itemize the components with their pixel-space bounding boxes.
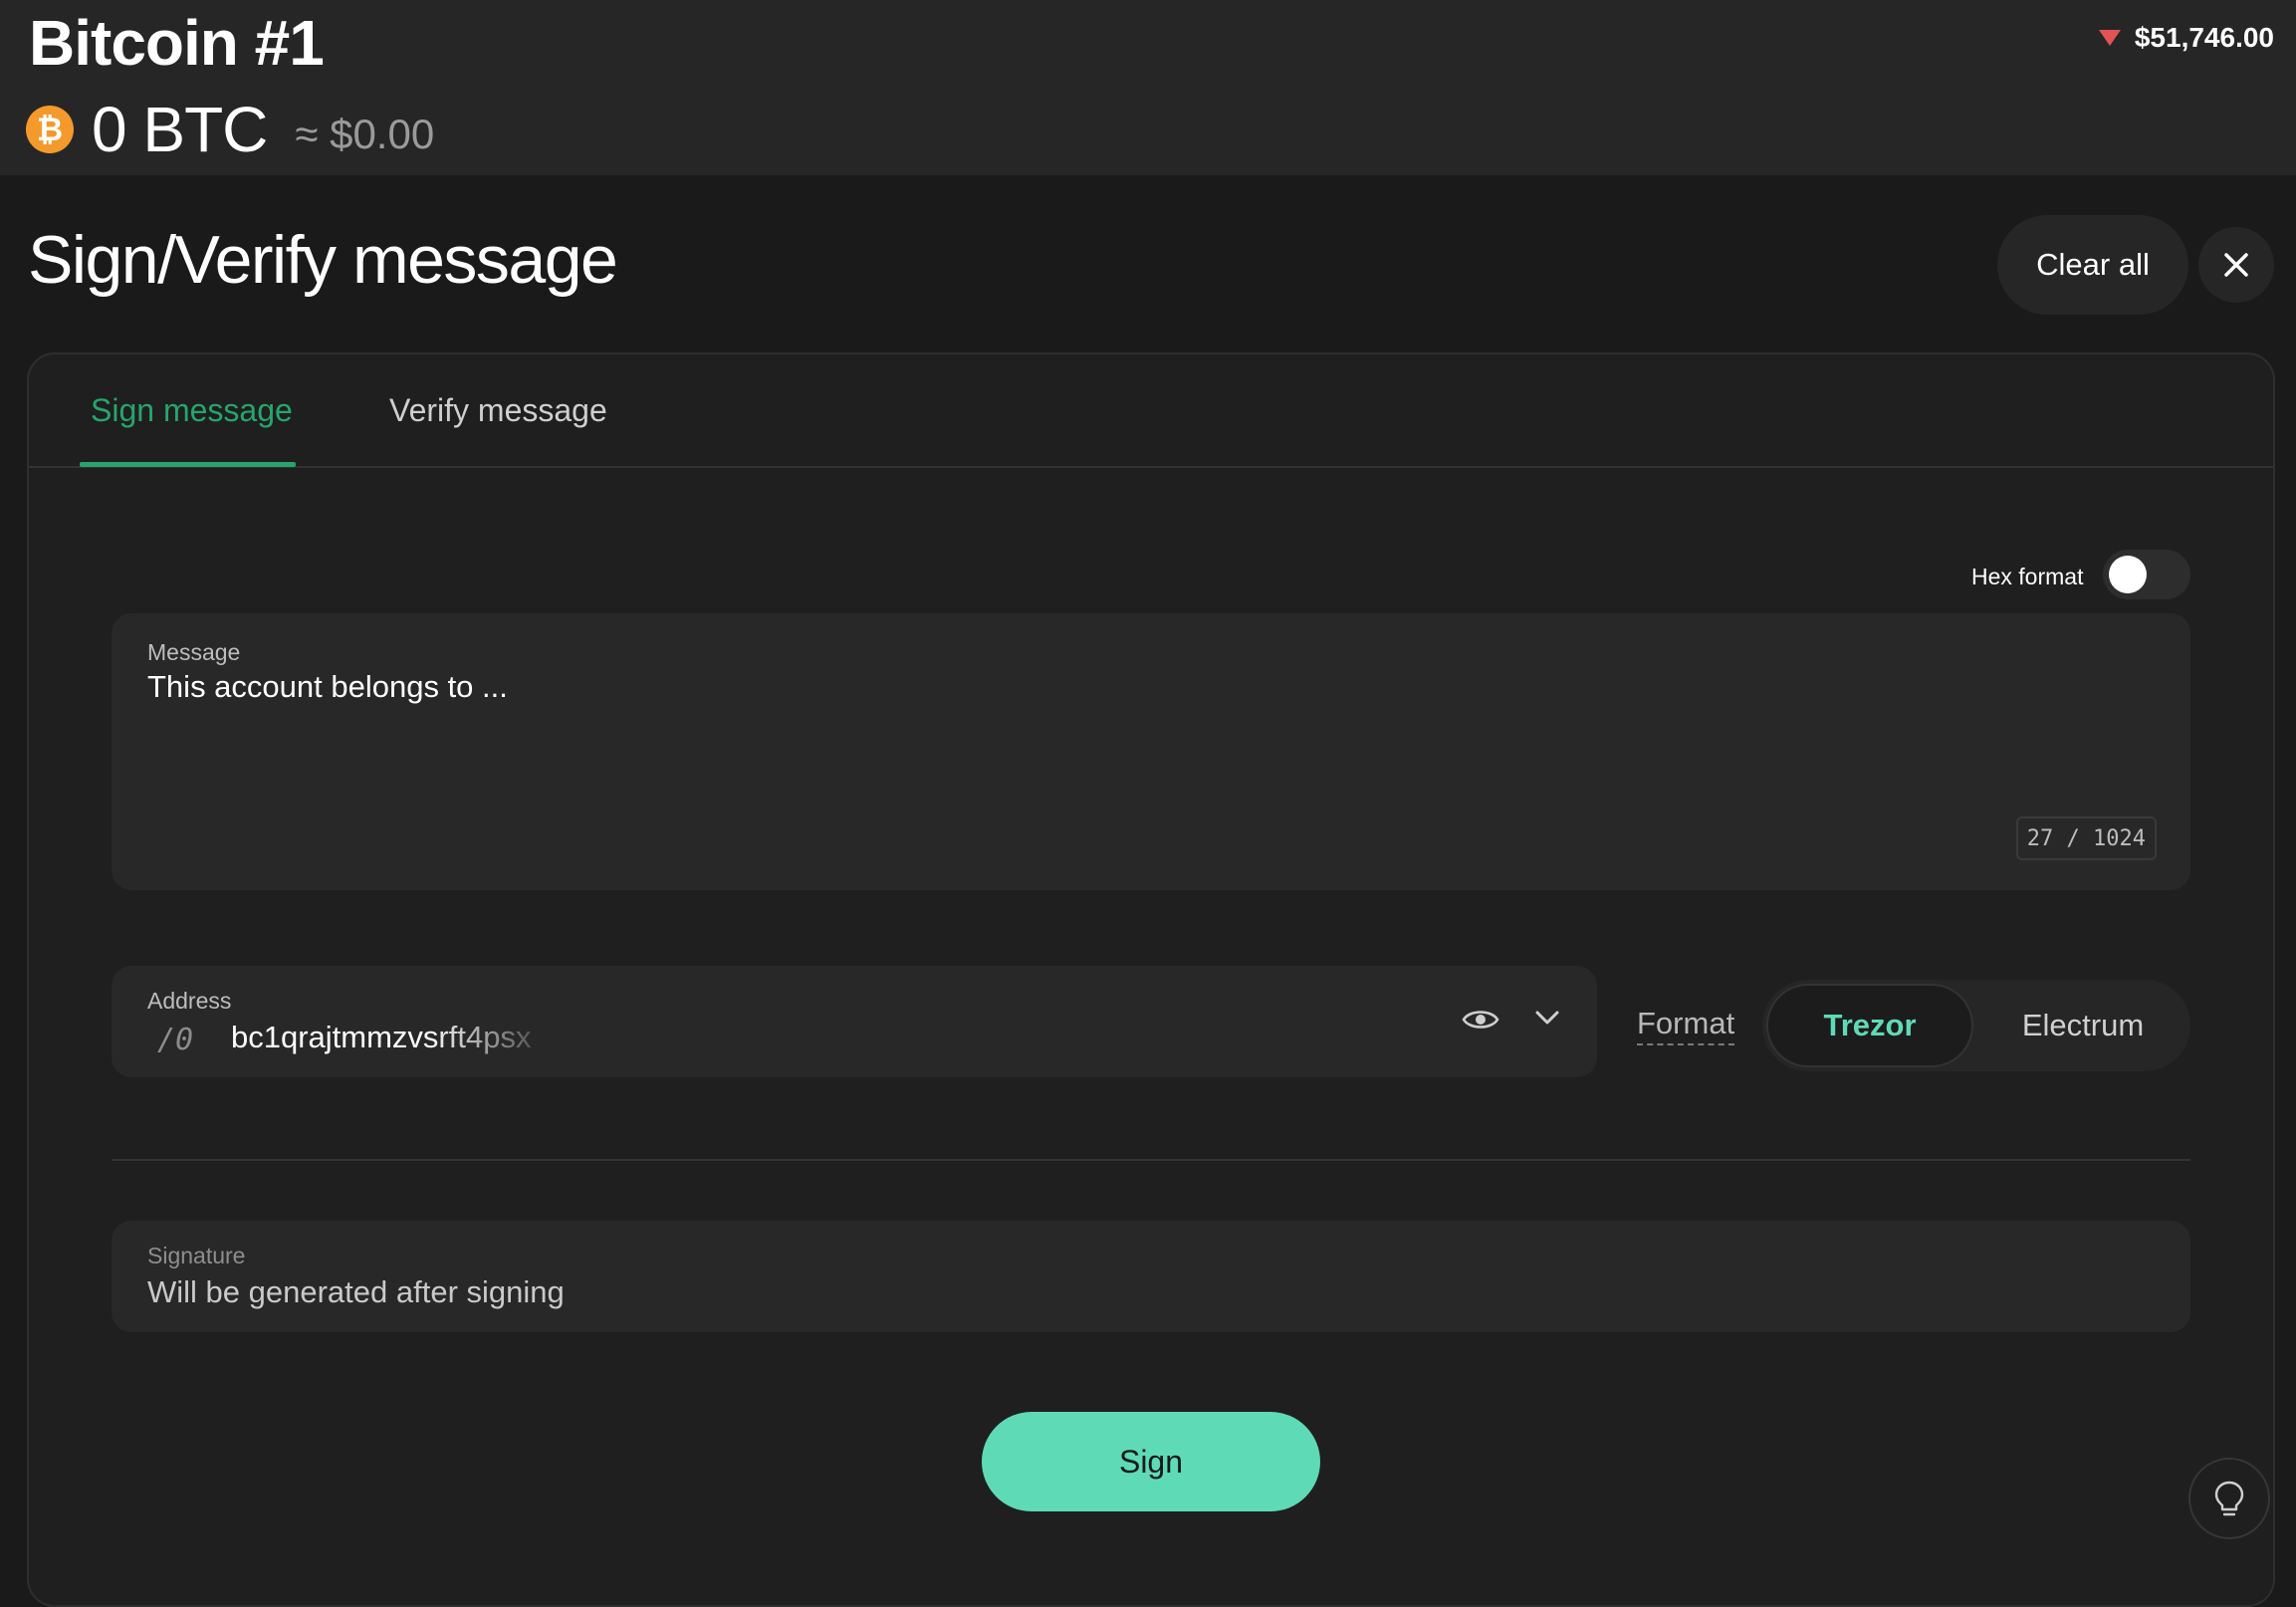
clear-all-button[interactable]: Clear all [1997, 215, 2188, 315]
format-switch: Trezor Electrum [1762, 980, 2190, 1071]
lightbulb-icon [2214, 1481, 2244, 1516]
close-button[interactable] [2198, 227, 2274, 303]
hex-format-toggle[interactable] [2103, 550, 2190, 599]
message-label: Message [147, 639, 241, 665]
chevron-down-icon[interactable] [1531, 1002, 1563, 1038]
page-title: Sign/Verify message [28, 222, 618, 298]
balance-crypto: 0 BTC [92, 94, 268, 165]
character-counter: 27 / 1024 [2015, 816, 2157, 860]
active-tab-indicator [80, 462, 296, 467]
signature-label: Signature [147, 1243, 246, 1268]
format-label: Format [1637, 1006, 1735, 1045]
help-button[interactable] [2188, 1458, 2270, 1539]
format-option-electrum[interactable]: Electrum [1983, 984, 2182, 1067]
exchange-rate: $51,746.00 [2098, 22, 2274, 54]
address-field[interactable]: Address /0 bc1qrajtmmzvsrft4psx [112, 966, 1597, 1077]
tab-bar: Sign message Verify message [29, 354, 2273, 468]
tab-sign-message[interactable]: Sign message [91, 392, 293, 429]
balance-fiat: ≈ $0.00 [295, 111, 435, 157]
balance-row: ₿ 0 BTC ≈ $0.00 [26, 90, 434, 169]
account-header: Bitcoin #1 ₿ 0 BTC ≈ $0.00 $51,746.00 [0, 0, 2296, 175]
sign-button[interactable]: Sign [982, 1412, 1320, 1511]
eye-icon[interactable] [1461, 1000, 1500, 1044]
address-value[interactable]: bc1qrajtmmzvsrft4psx [231, 1020, 560, 1055]
message-input[interactable]: This account belongs to ... [147, 669, 508, 705]
section-divider [112, 1159, 2190, 1161]
bitcoin-icon: ₿ [26, 106, 74, 153]
signature-field[interactable]: Signature Will be generated after signin… [112, 1221, 2190, 1332]
rate-value: $51,746.00 [2134, 22, 2274, 53]
trend-down-icon [2098, 30, 2121, 46]
format-option-trezor[interactable]: Trezor [1766, 984, 1973, 1067]
toggle-knob [2109, 556, 2147, 593]
account-name: Bitcoin #1 [29, 7, 325, 79]
tab-verify-message[interactable]: Verify message [389, 392, 607, 429]
close-icon [2224, 253, 2248, 277]
signature-placeholder: Will be generated after signing [147, 1274, 565, 1309]
address-label: Address [147, 988, 232, 1014]
hex-format-label: Hex format [1971, 564, 2084, 589]
message-field[interactable]: Message This account belongs to ... 27 /… [112, 613, 2190, 890]
address-path: /0 [157, 1023, 194, 1057]
